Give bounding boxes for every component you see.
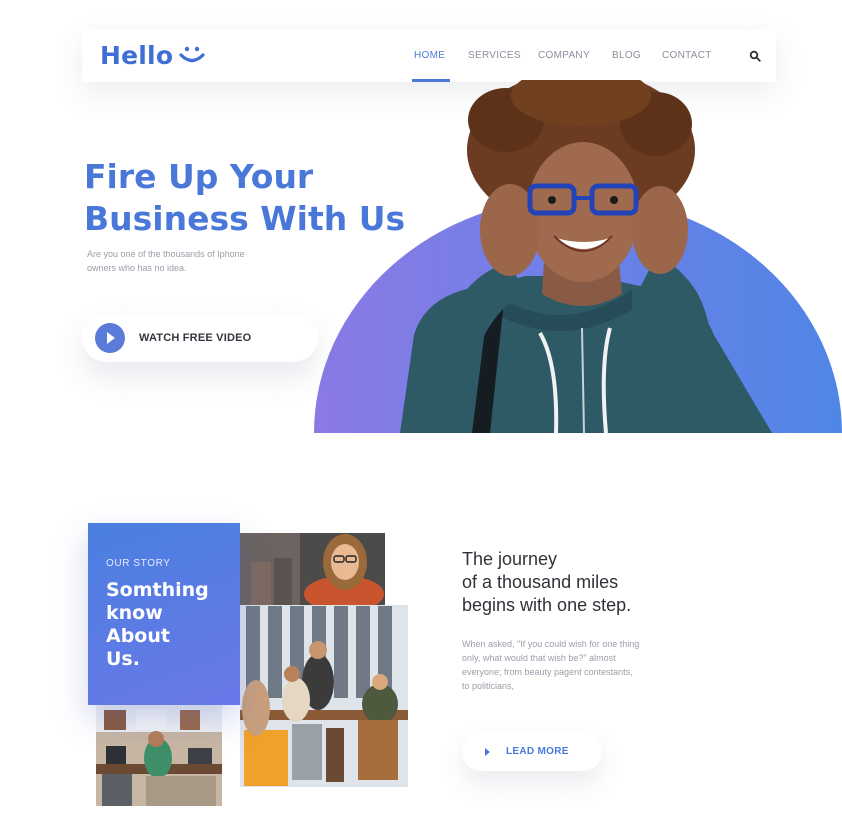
journey-line-2: of a thousand miles bbox=[462, 572, 619, 592]
lead-more-label: LEAD MORE bbox=[506, 746, 569, 757]
team-meeting-photo bbox=[240, 605, 408, 787]
hero-title: Fire Up Your Business With Us bbox=[84, 156, 434, 240]
coworking-photo bbox=[96, 704, 222, 806]
watch-video-button[interactable]: WATCH FREE VIDEO bbox=[82, 314, 318, 362]
top-navbar: Hello HOME SERVICES COMPANY BLOG CONTACT bbox=[82, 30, 776, 82]
nav-item-contact[interactable]: CONTACT bbox=[662, 50, 712, 61]
journey-body-line-3: everyone; from beauty pagent contestants… bbox=[462, 667, 633, 677]
lead-more-button[interactable]: LEAD MORE bbox=[462, 733, 602, 771]
story-heading-line-3: About bbox=[106, 625, 170, 647]
journey-heading: The journey of a thousand miles begins w… bbox=[462, 548, 722, 617]
nav-item-company[interactable]: COMPANY bbox=[538, 50, 590, 61]
play-icon[interactable] bbox=[95, 323, 125, 353]
smile-icon bbox=[179, 46, 205, 63]
journey-line-3: begins with one step. bbox=[462, 595, 632, 615]
journey-body-line-2: only, what would that wish be?" almost bbox=[462, 653, 616, 663]
story-heading-line-2: know bbox=[106, 602, 163, 624]
story-heading: Somthing know About Us. bbox=[106, 579, 236, 671]
journey-body: When asked, "If you could wish for one t… bbox=[462, 637, 687, 693]
woman-portrait-photo bbox=[240, 533, 385, 612]
nav-item-blog[interactable]: BLOG bbox=[612, 50, 641, 61]
journey-body-line-4: to politicians, bbox=[462, 681, 515, 691]
logo-text[interactable]: Hello bbox=[100, 41, 173, 70]
story-kicker: OUR STORY bbox=[106, 558, 171, 569]
story-heading-line-4: Us. bbox=[106, 648, 140, 670]
hero-subtitle-line-1: Are you one of the thousands of Iphone bbox=[87, 249, 245, 259]
hero-title-line-2: Business With Us bbox=[84, 199, 406, 238]
hero-image bbox=[314, 80, 842, 433]
our-story-card: OUR STORY Somthing know About Us. bbox=[88, 523, 240, 705]
search-icon[interactable] bbox=[749, 50, 761, 62]
journey-body-line-1: When asked, "If you could wish for one t… bbox=[462, 639, 640, 649]
story-heading-line-1: Somthing bbox=[106, 579, 209, 601]
hero-subtitle-line-2: owners who has no idea. bbox=[87, 263, 187, 273]
journey-line-1: The journey bbox=[462, 549, 558, 569]
hero-subtitle: Are you one of the thousands of Iphone o… bbox=[87, 247, 287, 275]
hero-title-line-1: Fire Up Your bbox=[84, 157, 314, 196]
nav-item-services[interactable]: SERVICES bbox=[468, 50, 521, 61]
watch-video-label: WATCH FREE VIDEO bbox=[139, 332, 252, 344]
nav-item-home[interactable]: HOME bbox=[414, 50, 445, 61]
arrow-right-icon bbox=[485, 748, 490, 756]
